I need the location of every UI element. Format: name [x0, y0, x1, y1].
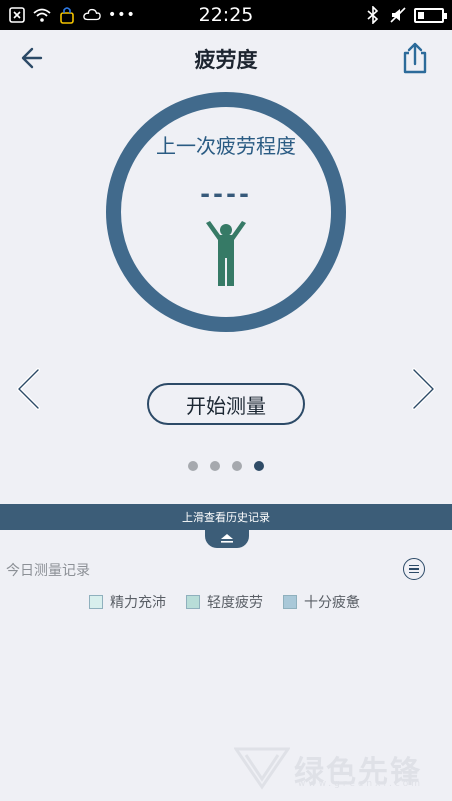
status-time: 22:25 — [198, 4, 254, 26]
legend-label: 精力充沛 — [110, 595, 166, 611]
legend-swatch — [186, 595, 200, 609]
legend-swatch — [283, 595, 297, 609]
legend-item-exhausted: 十分疲惫 — [283, 592, 360, 612]
history-bar[interactable]: 上滑查看历史记录 — [0, 504, 452, 530]
eject-up-icon — [221, 534, 233, 543]
menu-list-icon[interactable] — [403, 558, 425, 580]
page-dot-active[interactable] — [254, 461, 264, 471]
previous-arrow-icon[interactable] — [12, 366, 44, 412]
person-figure-icon — [204, 220, 248, 288]
battery-icon — [414, 7, 447, 23]
start-measurement-button[interactable]: 开始测量 — [147, 383, 305, 425]
page-title: 疲劳度 — [194, 48, 258, 72]
fatigue-ring — [106, 92, 346, 332]
page-dot[interactable] — [188, 461, 198, 471]
legend: 精力充沛 轻度疲劳 十分疲惫 — [89, 592, 360, 612]
today-records-label: 今日测量记录 — [6, 563, 90, 579]
history-tab[interactable] — [205, 528, 249, 548]
nav-bar: 疲劳度 — [0, 30, 452, 86]
status-bar: ••• 22:25 — [0, 0, 452, 30]
legend-label: 轻度疲劳 — [207, 595, 263, 611]
watermark-logo: 绿色先锋 www.greenxf.com — [233, 745, 444, 791]
page-dot[interactable] — [210, 461, 220, 471]
ring-title: 上一次疲劳程度 — [156, 134, 296, 158]
page-indicator — [0, 461, 452, 471]
legend-label: 十分疲惫 — [304, 595, 360, 611]
legend-item-energetic: 精力充沛 — [89, 592, 166, 612]
watermark-mark-icon — [233, 747, 291, 790]
watermark-url: www.greenxf.com — [298, 779, 424, 789]
share-icon[interactable] — [398, 40, 432, 76]
legend-swatch — [89, 595, 103, 609]
legend-item-mild: 轻度疲劳 — [186, 592, 263, 612]
ring-value: ---- — [200, 180, 252, 208]
page-dot[interactable] — [232, 461, 242, 471]
next-arrow-icon[interactable] — [408, 366, 440, 412]
